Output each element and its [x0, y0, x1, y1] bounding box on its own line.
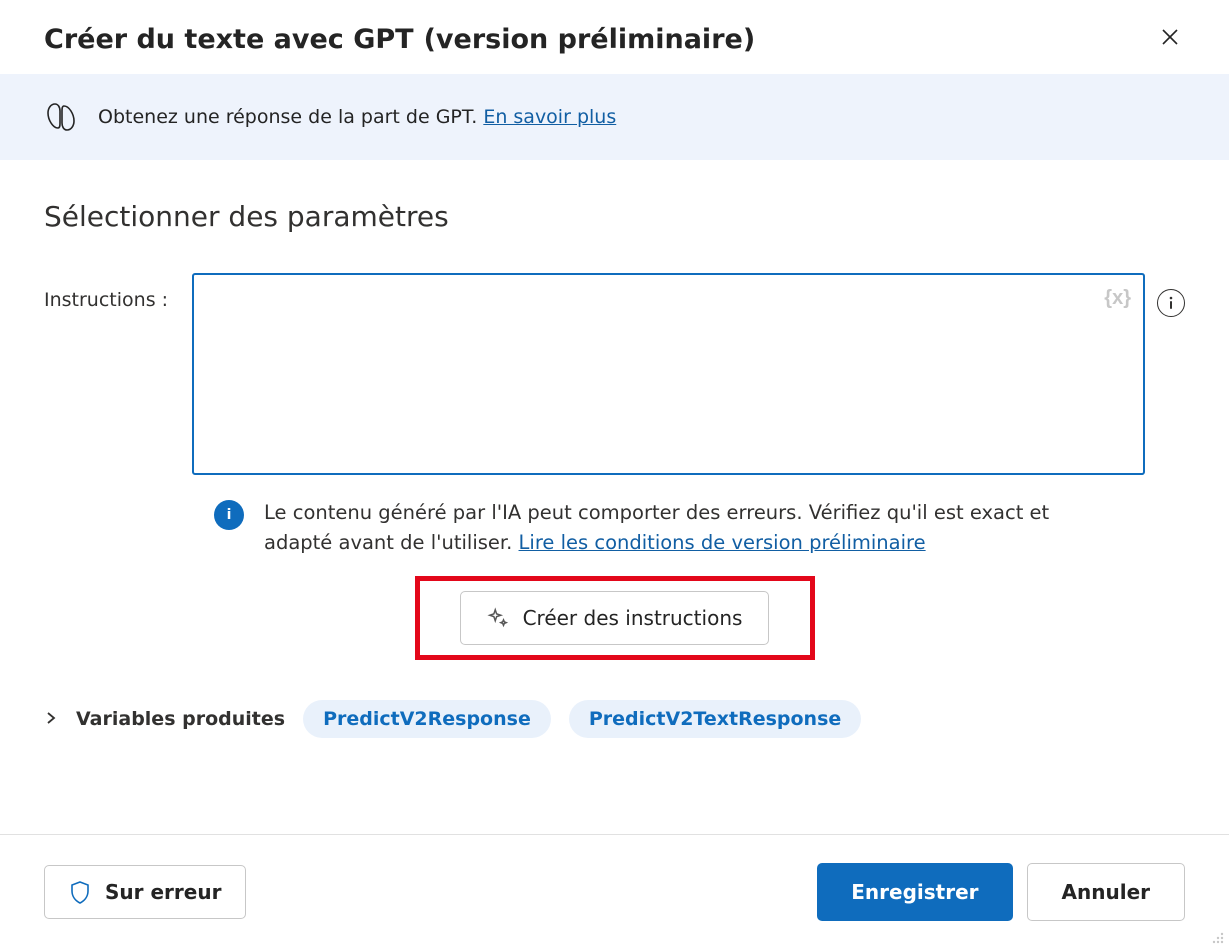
dialog-title-text: Créer du texte avec GPT [44, 24, 414, 55]
cancel-button[interactable]: Annuler [1027, 863, 1185, 921]
chevron-right-icon[interactable] [44, 708, 58, 730]
info-icon[interactable] [1157, 289, 1185, 317]
highlight-box: Créer des instructions [415, 576, 815, 660]
banner-text: Obtenez une réponse de la part de GPT. E… [98, 106, 616, 128]
dialog-title-suffix: (version préliminaire) [424, 24, 756, 55]
instructions-label: Instructions : [44, 273, 180, 311]
footer-actions: Enregistrer Annuler [817, 863, 1185, 921]
banner-text-label: Obtenez une réponse de la part de GPT. [98, 106, 483, 128]
produced-variables-label: Variables produites [76, 708, 285, 730]
shield-icon [69, 880, 91, 904]
ai-notice: i Le contenu généré par l'IA peut compor… [214, 498, 1074, 558]
info-badge-icon: i [214, 500, 244, 530]
create-instructions-label: Créer des instructions [523, 606, 743, 630]
copilot-icon [44, 100, 78, 134]
on-error-button[interactable]: Sur erreur [44, 865, 246, 919]
variable-pill-predictv2response[interactable]: PredictV2Response [303, 700, 551, 738]
instructions-input-wrap: {x} [192, 273, 1145, 480]
instructions-row: Instructions : {x} [44, 273, 1185, 480]
sparkle-icon [487, 607, 509, 629]
preview-terms-link[interactable]: Lire les conditions de version prélimina… [519, 531, 926, 554]
close-icon [1161, 26, 1179, 51]
dialog-header: Créer du texte avec GPT (version prélimi… [0, 0, 1229, 74]
close-button[interactable] [1155, 22, 1185, 56]
variable-pill-predictv2textresponse[interactable]: PredictV2TextResponse [569, 700, 861, 738]
section-title: Sélectionner des paramètres [44, 200, 1185, 233]
create-instructions-button[interactable]: Créer des instructions [460, 591, 770, 645]
resize-grip-icon [1209, 929, 1225, 945]
ai-notice-text: Le contenu généré par l'IA peut comporte… [264, 498, 1074, 558]
save-button[interactable]: Enregistrer [817, 863, 1012, 921]
instructions-input[interactable] [192, 273, 1145, 475]
dialog-title: Créer du texte avec GPT (version prélimi… [44, 24, 755, 55]
on-error-label: Sur erreur [105, 880, 221, 904]
dialog-footer: Sur erreur Enregistrer Annuler [0, 834, 1229, 949]
main-content: Sélectionner des paramètres Instructions… [0, 160, 1229, 834]
info-banner: Obtenez une réponse de la part de GPT. E… [0, 74, 1229, 160]
produced-variables-row: Variables produites PredictV2Response Pr… [44, 700, 1185, 738]
dialog: Créer du texte avec GPT (version prélimi… [0, 0, 1229, 949]
learn-more-link[interactable]: En savoir plus [483, 106, 616, 128]
